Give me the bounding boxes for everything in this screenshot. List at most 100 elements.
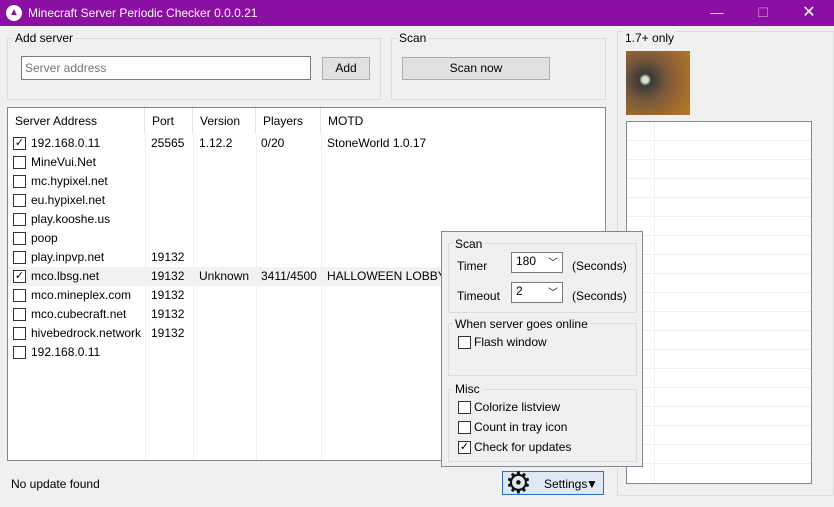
- settings-online-label: When server goes online: [453, 317, 590, 331]
- timer-seconds-label: (Seconds): [572, 259, 627, 273]
- table-row[interactable]: mc.hypixel.net: [8, 172, 605, 191]
- grid-row: [627, 426, 811, 445]
- server-address-input[interactable]: [21, 56, 311, 80]
- row-checkbox[interactable]: ✓: [13, 270, 26, 283]
- server-favicon-image: [626, 51, 690, 115]
- check-for-updates-label: Check for updates: [474, 440, 572, 454]
- count-in-tray-checkbox[interactable]: [458, 421, 471, 434]
- timeout-value: 2: [516, 284, 523, 298]
- timeout-seconds-label: (Seconds): [572, 289, 627, 303]
- table-row[interactable]: play.kooshe.us: [8, 210, 605, 229]
- table-row[interactable]: ✓ 192.168.0.11 25565 1.12.2 0/20 StoneWorld 1…: [8, 134, 605, 153]
- table-row[interactable]: eu.hypixel.net: [8, 191, 605, 210]
- cell-version: 1.12.2: [199, 136, 233, 150]
- add-button[interactable]: Add: [322, 57, 370, 80]
- cell-port: 19132: [151, 250, 185, 264]
- row-checkbox[interactable]: [13, 327, 26, 340]
- scan-now-button[interactable]: Scan now: [402, 57, 550, 80]
- add-server-group-label: Add server: [13, 31, 76, 45]
- grid-row: [627, 179, 811, 198]
- cell-motd: StoneWorld 1.0.17: [327, 136, 427, 150]
- flash-window-checkbox[interactable]: [458, 336, 471, 349]
- column-header-port[interactable]: Port: [145, 108, 193, 134]
- triangle-logo-icon: ▲: [6, 5, 22, 21]
- cell-address: hivebedrock.network: [31, 326, 142, 340]
- flash-window-label: Flash window: [474, 335, 547, 349]
- scan-group-label: Scan: [397, 31, 429, 45]
- cell-address: eu.hypixel.net: [31, 193, 106, 207]
- chevron-down-icon: ﹀: [548, 258, 558, 269]
- grid-row: [627, 255, 811, 274]
- player-list-grid[interactable]: [626, 121, 812, 484]
- row-checkbox[interactable]: [13, 194, 26, 207]
- players-panel-label: 1.7+ only: [623, 31, 677, 45]
- cell-address: mco.cubecraft.net: [31, 307, 127, 321]
- chevron-down-icon: ﹀: [548, 288, 558, 299]
- cell-address: play.inpvp.net: [31, 250, 105, 264]
- row-checkbox[interactable]: [13, 213, 26, 226]
- check-for-updates-checkbox[interactable]: ✓: [458, 441, 471, 454]
- row-checkbox[interactable]: [13, 289, 26, 302]
- cell-address: 192.168.0.11: [31, 345, 101, 359]
- minimize-button[interactable]: —: [694, 0, 740, 26]
- timeout-label: Timeout: [457, 289, 500, 303]
- grid-row: [627, 445, 811, 464]
- grid-row: [627, 236, 811, 255]
- cell-address: MineVui.Net: [31, 155, 96, 169]
- grid-row: [627, 331, 811, 350]
- count-in-tray-label: Count in tray icon: [474, 420, 568, 434]
- timer-label: Timer: [457, 259, 488, 273]
- row-checkbox[interactable]: [13, 156, 26, 169]
- update-status-text: No update found: [11, 477, 100, 491]
- column-header-players[interactable]: Players: [256, 108, 321, 134]
- cell-players: 3411/4500: [261, 269, 317, 283]
- grid-row: [627, 198, 811, 217]
- cell-address: mco.lbsg.net: [31, 269, 100, 283]
- grid-row: [627, 122, 811, 141]
- column-header-address[interactable]: Server Address: [8, 108, 145, 134]
- title-bar: ▲ Minecraft Server Periodic Checker 0.0.…: [0, 0, 834, 26]
- grid-row: [627, 369, 811, 388]
- cell-port: 19132: [151, 269, 185, 283]
- row-checkbox[interactable]: ✓: [13, 137, 26, 150]
- settings-misc-label: Misc: [453, 382, 482, 396]
- settings-button-label: Settings: [544, 477, 588, 491]
- cell-version: Unknown: [199, 269, 250, 283]
- column-header-version[interactable]: Version: [193, 108, 256, 134]
- grid-row: [627, 217, 811, 236]
- timer-combobox[interactable]: 180 ﹀: [511, 252, 563, 273]
- cell-address: poop: [31, 231, 58, 245]
- row-checkbox[interactable]: [13, 308, 26, 321]
- row-checkbox[interactable]: [13, 346, 26, 359]
- column-header-motd[interactable]: MOTD: [321, 108, 605, 134]
- colorize-listview-label: Colorize listview: [474, 400, 561, 414]
- cell-port: 19132: [151, 326, 185, 340]
- grid-row: [627, 274, 811, 293]
- settings-dropdown-panel: Scan Timer 180 ﹀ (Seconds) Timeout 2 ﹀ (…: [441, 231, 643, 467]
- cell-address: play.kooshe.us: [31, 212, 111, 226]
- gear-icon: ⚙: [505, 467, 532, 500]
- settings-button[interactable]: ⚙ Settings ▼: [502, 469, 604, 499]
- listview-header: Server Address Port Version Players MOTD: [8, 108, 605, 134]
- grid-row: [627, 388, 811, 407]
- colorize-listview-checkbox[interactable]: [458, 401, 471, 414]
- cell-address: mco.mineplex.com: [31, 288, 132, 302]
- cell-address: 192.168.0.11: [31, 136, 101, 150]
- close-button[interactable]: ✕: [786, 0, 832, 26]
- timeout-combobox[interactable]: 2 ﹀: [511, 282, 563, 303]
- cell-port: 19132: [151, 288, 185, 302]
- maximize-button[interactable]: ☐: [740, 0, 786, 26]
- cell-port: 25565: [151, 136, 185, 150]
- row-checkbox[interactable]: [13, 175, 26, 188]
- cell-players: 0/20: [261, 136, 285, 150]
- settings-scan-label: Scan: [453, 237, 485, 251]
- grid-row: [627, 160, 811, 179]
- timer-value: 180: [516, 254, 537, 268]
- table-row[interactable]: MineVui.Net: [8, 153, 605, 172]
- window-title: Minecraft Server Periodic Checker 0.0.0.…: [28, 6, 258, 20]
- cell-port: 19132: [151, 307, 185, 321]
- grid-row: [627, 312, 811, 331]
- row-checkbox[interactable]: [13, 232, 26, 245]
- grid-row: [627, 141, 811, 160]
- row-checkbox[interactable]: [13, 251, 26, 264]
